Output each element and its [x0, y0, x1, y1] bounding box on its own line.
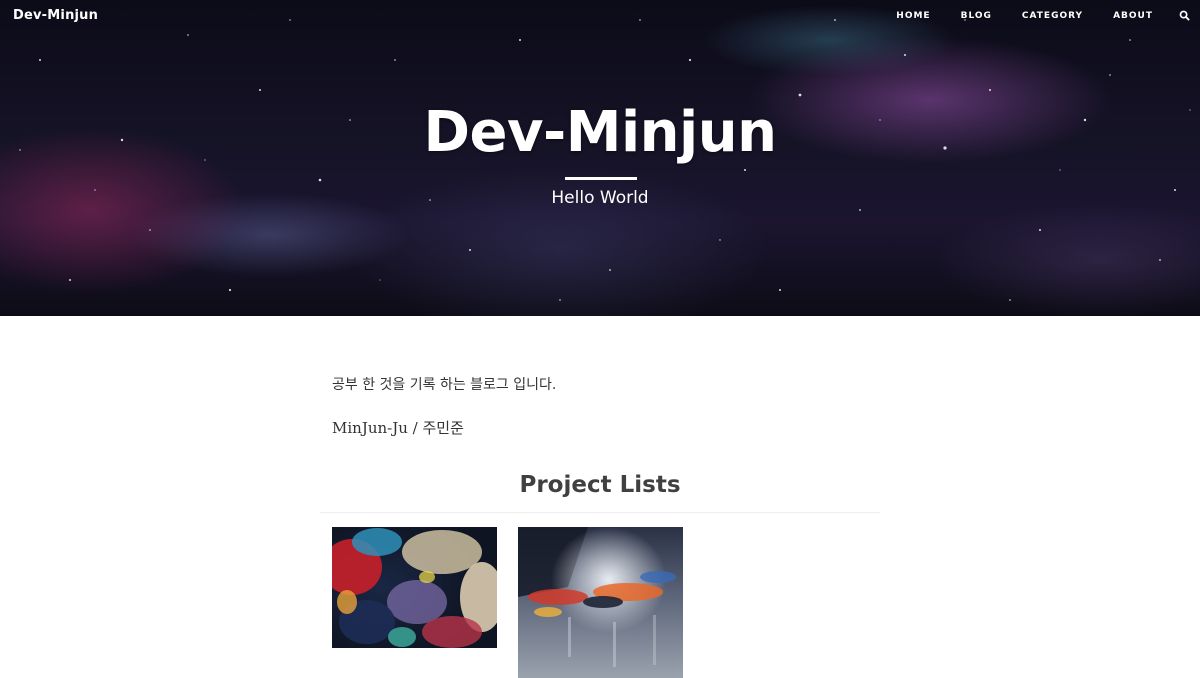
project-thumbnail-2[interactable] — [518, 527, 683, 678]
hero-title: Dev-Minjun — [423, 100, 777, 165]
nav-blog[interactable]: BLOG — [961, 11, 992, 21]
abstract-painting-image — [518, 527, 683, 678]
author-text: MinJun-Ju / 주민준 — [332, 419, 464, 437]
hero-subtitle: Hello World — [551, 188, 649, 208]
site-brand-link[interactable]: Dev-Minjun — [13, 8, 98, 23]
hero-banner: Dev-Minjun HOME BLOG CATEGORY ABOUT Dev-… — [0, 0, 1200, 316]
hero-divider — [565, 177, 637, 180]
intro-text: 공부 한 것을 기록 하는 블로그 입니다. — [332, 377, 557, 393]
page: Dev-Minjun HOME BLOG CATEGORY ABOUT Dev-… — [0, 0, 1200, 678]
nav-home[interactable]: HOME — [896, 11, 930, 21]
nav-about[interactable]: ABOUT — [1113, 11, 1153, 21]
projects-heading: Project Lists — [519, 472, 681, 498]
section-divider — [320, 512, 880, 513]
main-nav: HOME BLOG CATEGORY ABOUT — [896, 10, 1190, 21]
project-thumbnail-1[interactable] — [332, 527, 497, 648]
nav-category[interactable]: CATEGORY — [1022, 11, 1083, 21]
search-icon[interactable] — [1179, 10, 1190, 21]
abstract-painting-image — [332, 527, 497, 648]
